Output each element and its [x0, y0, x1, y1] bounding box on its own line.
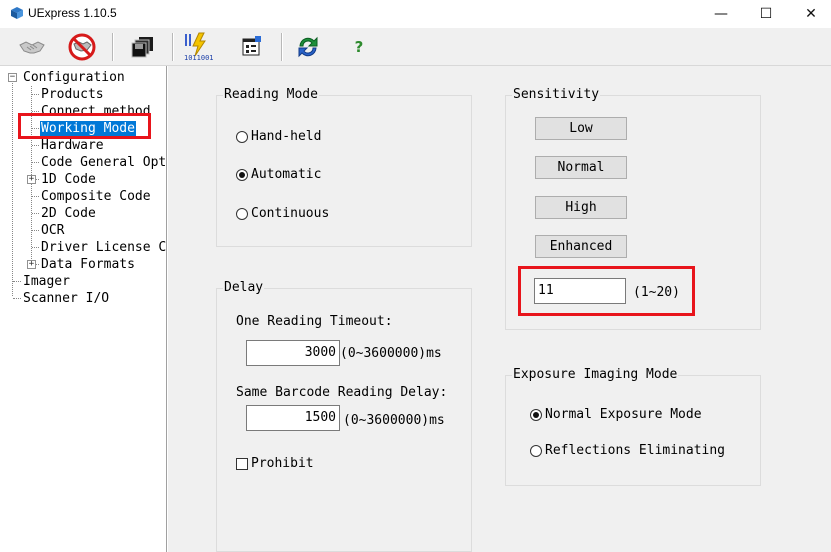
radio-circle [236, 130, 248, 143]
toolbar: 10110011 ? [0, 28, 831, 66]
tree-item-configuration[interactable]: Configuration [23, 70, 125, 85]
radio-label: Hand-held [251, 129, 322, 144]
exposure-mode-title: Exposure Imaging Mode [512, 367, 679, 382]
title-bar: UExpress 1.10.5 — ☐ ✕ [0, 0, 831, 28]
working-mode-panel: Reading Mode Hand-held Automatic Continu… [168, 66, 831, 552]
tree-item-data-formats[interactable]: Data Formats [41, 257, 135, 272]
sensitivity-high-button[interactable]: High [535, 196, 627, 219]
radio-circle-selected [530, 408, 542, 421]
radio-reflections-eliminating[interactable]: Reflections Eliminating [530, 443, 725, 458]
stacked-disks-icon [131, 37, 153, 58]
radio-circle [236, 207, 248, 220]
same-barcode-delay-input[interactable]: 1500 [246, 405, 340, 431]
toolbar-separator [112, 33, 114, 61]
delay-group: Delay One Reading Timeout: 3000 (0~36000… [216, 280, 472, 552]
tree-item-hardware[interactable]: Hardware [41, 138, 104, 153]
handshake-icon [19, 41, 45, 54]
radio-label: Automatic [251, 167, 322, 182]
sensitivity-title: Sensitivity [512, 87, 601, 102]
expand-1d-code-icon[interactable]: + [27, 175, 36, 184]
delay-title: Delay [223, 280, 265, 295]
radio-label: Normal Exposure Mode [545, 407, 702, 422]
tree-item-2d-code[interactable]: 2D Code [41, 206, 96, 221]
prohibit-checkbox[interactable]: Prohibit [236, 456, 314, 471]
radio-circle [530, 444, 542, 457]
properties-button[interactable] [236, 31, 268, 63]
checkbox-label: Prohibit [251, 456, 314, 471]
radio-automatic[interactable]: Automatic [236, 167, 321, 182]
connect-button[interactable] [16, 31, 48, 63]
properties-icon [242, 36, 261, 56]
tree-item-code-general[interactable]: Code General Opti [41, 155, 166, 170]
tree-item-imager[interactable]: Imager [23, 274, 70, 289]
timeout-range-label: (0~3600000)ms [340, 346, 442, 361]
radio-circle-selected [236, 168, 248, 181]
tree-item-1d-code[interactable]: 1D Code [41, 172, 96, 187]
reading-mode-title: Reading Mode [223, 87, 319, 102]
close-button[interactable]: ✕ [788, 0, 831, 28]
tree-item-driver-license[interactable]: Driver License Co [41, 240, 166, 255]
save-settings-button[interactable] [127, 31, 159, 63]
radio-normal-exposure[interactable]: Normal Exposure Mode [530, 407, 702, 422]
minimize-button[interactable]: — [698, 0, 744, 28]
same-barcode-delay-label: Same Barcode Reading Delay: [236, 385, 448, 400]
tree-item-scanner-io[interactable]: Scanner I/O [23, 291, 109, 306]
radio-label: Continuous [251, 206, 330, 221]
toolbar-separator [172, 33, 174, 61]
expand-data-formats-icon[interactable]: + [27, 260, 36, 269]
one-reading-timeout-label: One Reading Timeout: [236, 314, 393, 329]
refresh-button[interactable] [292, 31, 324, 63]
exposure-mode-group: Exposure Imaging Mode Normal Exposure Mo… [505, 367, 761, 486]
sensitivity-low-button[interactable]: Low [535, 117, 627, 140]
highlight-box-working-mode [18, 113, 151, 139]
tree-item-ocr[interactable]: OCR [41, 223, 64, 238]
reading-mode-group: Reading Mode Hand-held Automatic Continu… [216, 87, 472, 247]
disconnect-icon [68, 33, 96, 61]
maximize-button[interactable]: ☐ [743, 0, 789, 28]
highlight-box-sensitivity-value [518, 266, 695, 316]
help-button[interactable]: ? [343, 31, 375, 63]
refresh-icon [298, 36, 318, 58]
app-icon [11, 7, 23, 19]
radio-hand-held[interactable]: Hand-held [236, 129, 321, 144]
one-reading-timeout-input[interactable]: 3000 [246, 340, 340, 366]
collapse-configuration-icon[interactable]: − [8, 73, 17, 82]
firmware-flash-icon: 10110011 [184, 32, 214, 62]
svg-text:10110011: 10110011 [184, 54, 214, 62]
checkbox-box [236, 457, 248, 470]
help-icon: ? [354, 38, 364, 56]
firmware-update-button[interactable]: 10110011 [182, 31, 214, 63]
radio-label: Reflections Eliminating [545, 443, 726, 458]
window-title: UExpress 1.10.5 [28, 6, 117, 20]
radio-continuous[interactable]: Continuous [236, 206, 329, 221]
tree-item-composite-code[interactable]: Composite Code [41, 189, 151, 204]
same-delay-range-label: (0~3600000)ms [343, 413, 445, 428]
toolbar-separator [281, 33, 283, 61]
sensitivity-enhanced-button[interactable]: Enhanced [535, 235, 627, 258]
sensitivity-normal-button[interactable]: Normal [535, 156, 627, 179]
disconnect-button[interactable] [66, 31, 98, 63]
tree-item-products[interactable]: Products [41, 87, 104, 102]
